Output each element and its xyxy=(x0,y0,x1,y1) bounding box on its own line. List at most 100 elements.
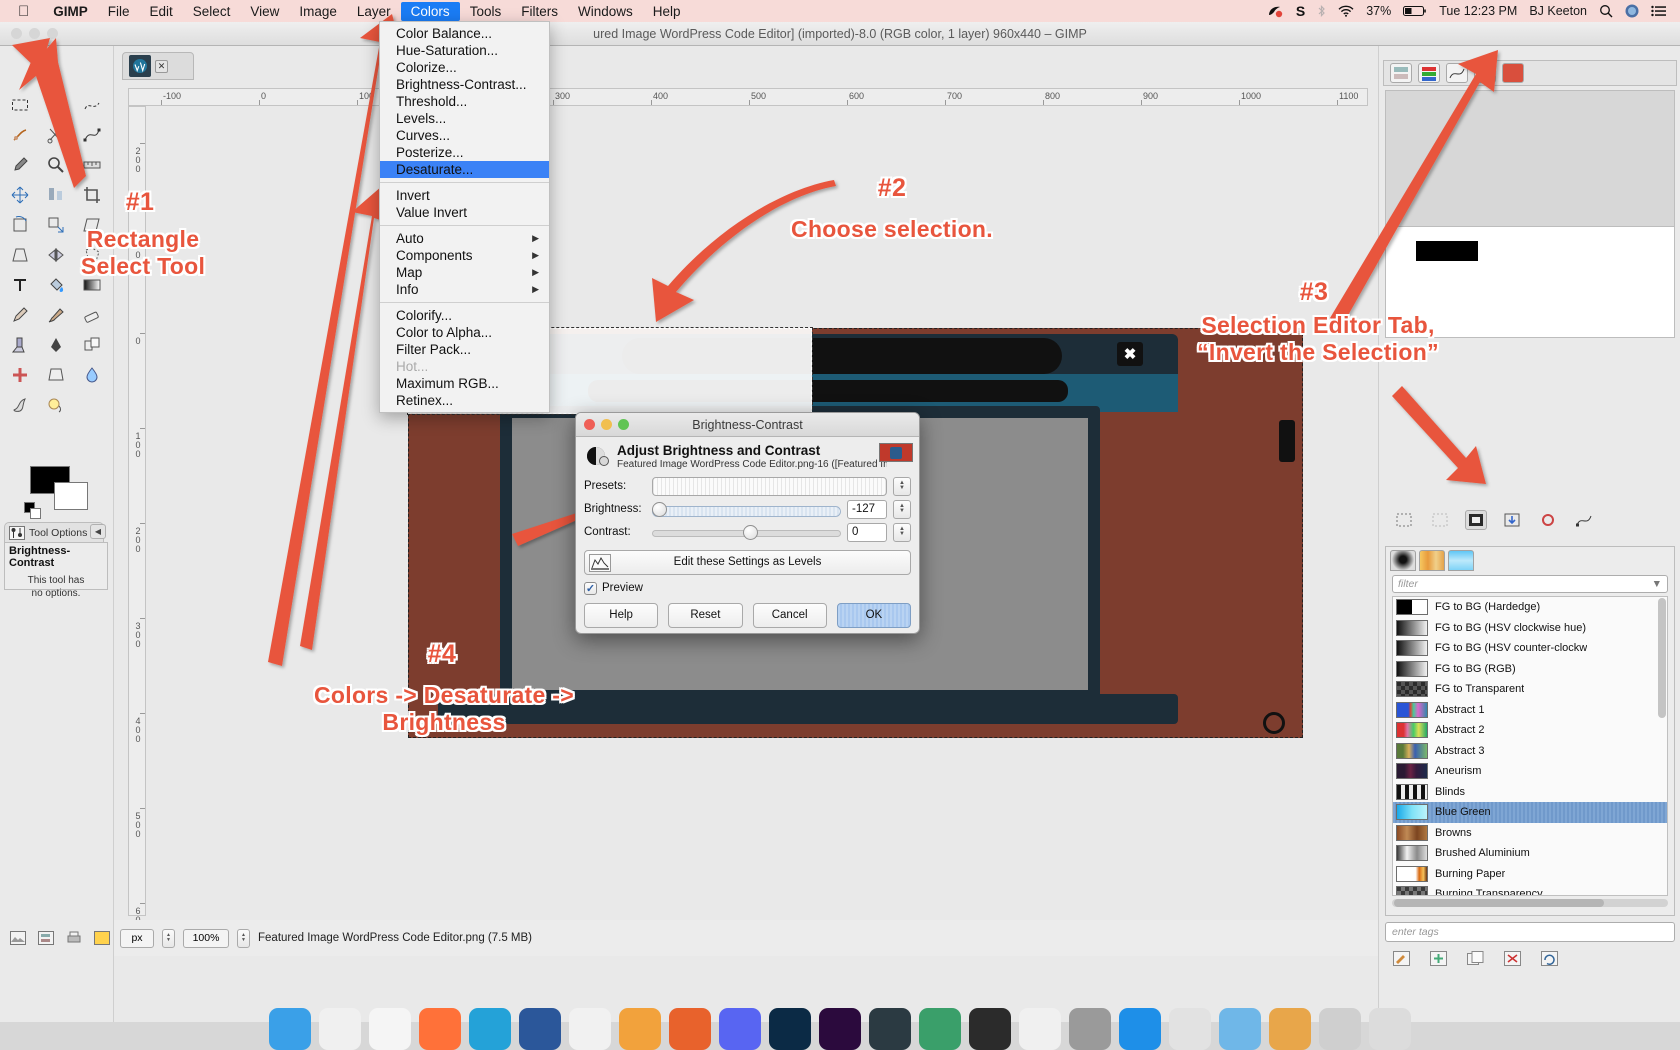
dock-tab-undo-history[interactable] xyxy=(1474,63,1496,83)
preview-checkbox[interactable]: ✓ xyxy=(584,581,597,595)
colors-menu-item-levels[interactable]: Levels... xyxy=(380,110,549,127)
menu-item-select[interactable]: Select xyxy=(183,2,241,21)
screen-record-icon[interactable] xyxy=(1267,5,1284,18)
tower-icon[interactable] xyxy=(919,1008,961,1050)
tool-move[interactable] xyxy=(2,180,38,210)
tool-measure[interactable] xyxy=(74,150,110,180)
tool-heal[interactable] xyxy=(2,360,38,390)
gradient-filter-input[interactable]: filter ▼ xyxy=(1392,575,1668,593)
tool-fuzzy-select[interactable] xyxy=(2,120,38,150)
chrome-icon[interactable] xyxy=(369,1008,411,1050)
brightness-value[interactable]: -127 xyxy=(847,499,887,519)
apple-icon[interactable]:  xyxy=(0,4,43,19)
gradient-list-hscrollbar[interactable] xyxy=(1392,899,1668,907)
sublime-icon[interactable] xyxy=(869,1008,911,1050)
tool-blur-sharpen[interactable] xyxy=(74,360,110,390)
tool-dodge-burn[interactable] xyxy=(38,390,74,420)
gradient-list-item[interactable]: Abstract 3 xyxy=(1393,741,1667,762)
unit-stepper[interactable]: ▲ ▼ xyxy=(162,928,175,948)
colors-menu-item-info[interactable]: Info ▶ xyxy=(380,281,549,298)
swap-colors-icon[interactable] xyxy=(30,508,41,519)
tool-paths[interactable] xyxy=(74,120,110,150)
tool-perspective[interactable] xyxy=(2,240,38,270)
cancel-button[interactable]: Cancel xyxy=(752,602,827,628)
gradient-list-item[interactable]: Brushed Aluminium xyxy=(1393,843,1667,864)
path-from-selection-button[interactable] xyxy=(1573,510,1595,530)
tool-perspective-clone[interactable] xyxy=(38,360,74,390)
clock-label[interactable]: Tue 12:23 PM xyxy=(1439,4,1517,18)
colors-menu-item-color-to-alpha[interactable]: Color to Alpha... xyxy=(380,324,549,341)
premiere-icon[interactable] xyxy=(819,1008,861,1050)
tool-text[interactable] xyxy=(2,270,38,300)
menu-item-tools[interactable]: Tools xyxy=(460,2,512,21)
safari-icon[interactable] xyxy=(319,1008,361,1050)
photoshop-icon[interactable] xyxy=(769,1008,811,1050)
tool-rectangle-select[interactable] xyxy=(2,90,38,120)
colors-menu-item-posterize[interactable]: Posterize... xyxy=(380,144,549,161)
presets-input[interactable] xyxy=(652,476,887,496)
layers-icon[interactable] xyxy=(38,931,54,945)
menu-item-windows[interactable]: Windows xyxy=(568,2,643,21)
contrast-slider[interactable] xyxy=(652,525,841,541)
tool-pencil[interactable] xyxy=(2,300,38,330)
chevron-down-icon[interactable]: ▼ xyxy=(1652,578,1662,590)
colors-menu-item-invert[interactable]: Invert xyxy=(380,187,549,204)
quickmask-icon[interactable] xyxy=(94,931,110,945)
duplicate-gradient-icon[interactable] xyxy=(1467,950,1484,966)
colors-menu-item-curves[interactable]: Curves... xyxy=(380,127,549,144)
contrast-stepper[interactable]: ▲ ▼ xyxy=(893,522,911,542)
obs-icon[interactable] xyxy=(969,1008,1011,1050)
wifi-icon[interactable] xyxy=(1338,5,1354,17)
tool-smudge[interactable] xyxy=(2,390,38,420)
brightness-contrast-dialog[interactable]: Brightness-Contrast Adjust Brightness an… xyxy=(575,412,920,634)
document-tab[interactable]: ✕ xyxy=(122,52,194,80)
evernote-icon[interactable] xyxy=(569,1008,611,1050)
s-app-icon[interactable]: S xyxy=(1296,3,1305,19)
colors-menu-item-components[interactable]: Components ▶ xyxy=(380,247,549,264)
invert-selection-button[interactable] xyxy=(1465,510,1487,530)
tool-options-collapse-button[interactable]: ◀ xyxy=(90,524,106,539)
menu-item-file[interactable]: File xyxy=(98,2,140,21)
control-center-icon[interactable] xyxy=(1651,5,1666,17)
menu-item-colors[interactable]: Colors xyxy=(400,1,460,21)
presets-stepper[interactable]: ▲ ▼ xyxy=(893,476,911,496)
gradient-list-item[interactable]: Blue Green xyxy=(1393,802,1667,823)
contrast-value[interactable]: 0 xyxy=(847,522,887,542)
colors-menu-item-colorize[interactable]: Colorize... xyxy=(380,59,549,76)
colors-menu-item-auto[interactable]: Auto ▶ xyxy=(380,230,549,247)
gradient-list-item[interactable]: FG to BG (RGB) xyxy=(1393,659,1667,680)
colors-menu-item-threshold[interactable]: Threshold... xyxy=(380,93,549,110)
gradient-list-item[interactable]: FG to Transparent xyxy=(1393,679,1667,700)
menu-item-gimp[interactable]: GIMP xyxy=(43,2,98,21)
tool-airbrush[interactable] xyxy=(2,330,38,360)
colors-menu-item-filter-pack[interactable]: Filter Pack... xyxy=(380,341,549,358)
refresh-gradients-icon[interactable] xyxy=(1541,950,1558,966)
horizontal-ruler[interactable]: -100010020030040050060070080090010001100 xyxy=(128,88,1368,106)
tool-eraser[interactable] xyxy=(74,300,110,330)
skitch-icon[interactable] xyxy=(619,1008,661,1050)
firefox-icon[interactable] xyxy=(419,1008,461,1050)
colors-menu-item-colorify[interactable]: Colorify... xyxy=(380,307,549,324)
tool-alignment[interactable] xyxy=(38,180,74,210)
tool-scissors-select[interactable] xyxy=(38,120,74,150)
tool-rotate[interactable] xyxy=(2,210,38,240)
brightness-stepper[interactable]: ▲ ▼ xyxy=(893,499,911,519)
dock-tab-layers[interactable] xyxy=(1390,63,1412,83)
select-none-button[interactable] xyxy=(1429,510,1451,530)
tool-color-picker[interactable] xyxy=(2,150,38,180)
help-button[interactable]: Help xyxy=(584,602,659,628)
documents-icon[interactable] xyxy=(1319,1008,1361,1050)
edge-icon[interactable] xyxy=(469,1008,511,1050)
ok-button[interactable]: OK xyxy=(836,602,911,628)
menu-item-edit[interactable]: Edit xyxy=(140,2,183,21)
trash-icon[interactable] xyxy=(1369,1008,1411,1050)
bluetooth-icon[interactable] xyxy=(1317,4,1326,18)
gradients-icon[interactable] xyxy=(1448,550,1474,571)
gradient-list-item[interactable]: Blinds xyxy=(1393,782,1667,803)
dock-tab-selection-editor[interactable] xyxy=(1502,63,1524,83)
tool-ink[interactable] xyxy=(38,330,74,360)
tool-clone[interactable] xyxy=(74,330,110,360)
colors-menu-item-desaturate[interactable]: Desaturate... xyxy=(380,161,549,178)
menu-item-image[interactable]: Image xyxy=(289,2,347,21)
downloads-icon[interactable] xyxy=(1269,1008,1311,1050)
